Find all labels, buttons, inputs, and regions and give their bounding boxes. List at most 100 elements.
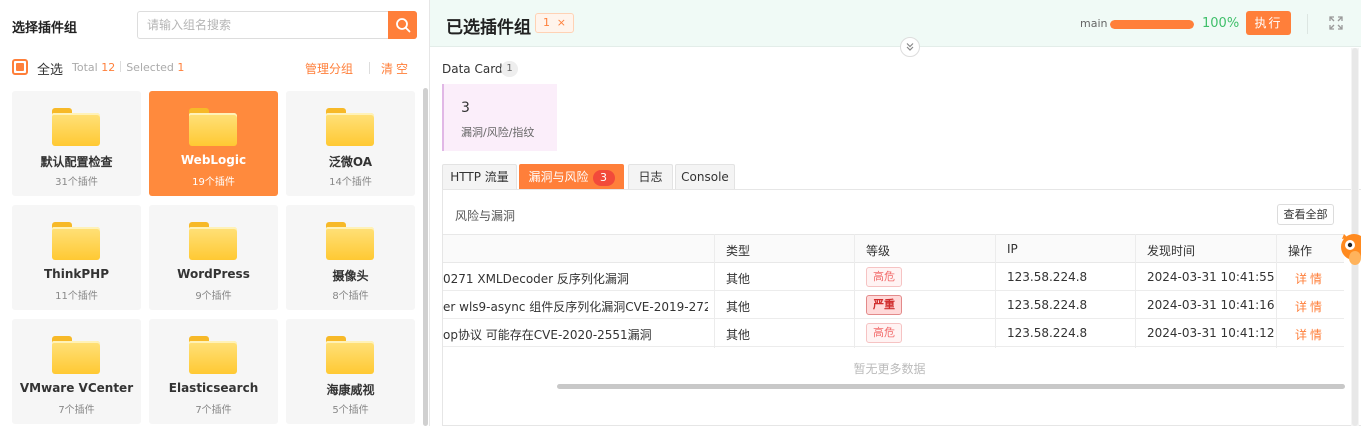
execute-button[interactable]: 执行 (1246, 11, 1291, 35)
plugin-group-count: 19个插件 (192, 177, 235, 188)
plugin-group-card[interactable]: 默认配置检查 31个插件 (12, 91, 141, 196)
vuln-ip: 123.58.224.8 (1007, 326, 1088, 340)
view-all-button[interactable]: 查看全部 (1277, 204, 1334, 225)
plugin-group-name: 摄像头 (332, 269, 369, 283)
total-count: 12 (101, 61, 116, 74)
vuln-time: 2024-03-31 10:41:16 (1147, 298, 1275, 312)
data-card-label: Data Card (442, 62, 503, 76)
plugin-group-count: 7个插件 (58, 405, 95, 416)
progress-percent: 100% (1202, 16, 1240, 31)
data-card-count: 1 (501, 61, 518, 77)
data-card-caption: 漏洞/风险/指纹 (461, 126, 535, 139)
table-row: er wls9-async 组件反序列化漏洞CVE-2019-272... 其他 严… (443, 291, 1344, 319)
branch-label: main (1080, 17, 1108, 30)
plugin-group-card[interactable]: 海康威视 5个插件 (286, 319, 415, 424)
manage-groups-link[interactable]: 管理分组 (305, 60, 353, 77)
expand-icon[interactable] (1328, 15, 1344, 31)
plugin-group-card[interactable]: 摄像头 8个插件 (286, 205, 415, 310)
risk-panel-title: 风险与漏洞 (455, 209, 516, 223)
selected-title: 已选插件组 (446, 18, 531, 38)
search-icon (395, 18, 410, 33)
col-time: 发现时间 (1147, 244, 1196, 258)
collapse-toggle[interactable] (900, 37, 920, 57)
selected-groups-panel: 已选插件组 1 × main 100% 执行 Data Card 1 3 漏洞/… (430, 0, 1361, 426)
tab-label: Console (681, 170, 729, 184)
tab-0[interactable]: HTTP 流量 (442, 164, 517, 189)
vuln-title: op协议 可能存在CVE-2020-2551漏洞 (443, 328, 652, 342)
risk-panel: 风险与漏洞 查看全部 类型 等级 IP 发现时间 操作 0271 XMLDeco… (442, 189, 1361, 426)
plugin-group-card[interactable]: WordPress 9个插件 (149, 205, 278, 310)
vuln-type: 其他 (726, 300, 751, 314)
vuln-type: 其他 (726, 272, 751, 286)
selected-header: 已选插件组 1 × main 100% 执行 (430, 0, 1361, 47)
plugin-group-selector: 选择插件组 全选 Total 12 Selected 1 管理分组 清空 默认配置… (0, 0, 430, 426)
plugin-group-name: Elasticsearch (168, 381, 259, 395)
tab-label: 漏洞与风险 (528, 170, 589, 184)
vuln-ip: 123.58.224.8 (1007, 270, 1088, 284)
data-card-value: 3 (461, 100, 470, 116)
tab-1[interactable]: 漏洞与风险 3 (519, 164, 624, 189)
group-search-box (137, 11, 417, 39)
level-badge: 高危 (866, 323, 902, 343)
detail-link[interactable]: 详情 (1295, 270, 1325, 287)
table-header: 类型 等级 IP 发现时间 操作 (443, 234, 1344, 263)
select-all-checkbox[interactable] (12, 59, 28, 75)
level-badge: 高危 (866, 267, 902, 287)
selection-bar: 全选 Total 12 Selected 1 管理分组 清空 (12, 58, 417, 78)
table-row: 0271 XMLDecoder 反序列化漏洞 其他 高危 123.58.224.8 20… (443, 263, 1344, 291)
plugin-group-count: 14个插件 (329, 177, 372, 188)
plugin-group-count: 31个插件 (55, 177, 98, 188)
horizontal-scrollbar[interactable] (557, 384, 1345, 389)
plugin-group-card[interactable]: VMware VCenter 7个插件 (12, 319, 141, 424)
mascot-icon (1341, 234, 1361, 265)
vuln-time: 2024-03-31 10:41:55 (1147, 270, 1275, 284)
double-chevron-down-icon (906, 43, 914, 51)
search-button[interactable] (388, 11, 417, 39)
selected-label: Selected (126, 61, 174, 74)
plugin-group-name: 默认配置检查 (40, 155, 113, 169)
plugin-group-count: 9个插件 (195, 291, 232, 302)
folder-icon (326, 222, 374, 260)
plugin-group-card[interactable]: Elasticsearch 7个插件 (149, 319, 278, 424)
folder-icon (326, 108, 374, 146)
folder-icon (52, 108, 100, 146)
col-type: 类型 (726, 244, 751, 258)
level-badge: 严重 (866, 295, 902, 315)
tab-3[interactable]: Console (675, 164, 735, 189)
group-search-input[interactable] (138, 12, 390, 38)
col-level: 等级 (866, 244, 891, 258)
clear-button[interactable]: 清空 (381, 60, 411, 77)
no-more-data: 暂无更多数据 (853, 362, 926, 376)
detail-link[interactable]: 详情 (1295, 326, 1325, 343)
col-action: 操作 (1288, 244, 1313, 258)
detail-link[interactable]: 详情 (1295, 298, 1325, 315)
vuln-title: er wls9-async 组件反序列化漏洞CVE-2019-272... (443, 300, 708, 314)
plugin-group-name: WordPress (177, 267, 250, 281)
folder-icon (189, 336, 237, 374)
folder-icon (189, 222, 237, 260)
progress-fill (1110, 20, 1194, 29)
plugin-group-name: 海康威视 (326, 383, 375, 397)
tab-2[interactable]: 日志 (628, 164, 673, 189)
folder-icon (326, 336, 374, 374)
col-ip: IP (1007, 242, 1018, 256)
table-row: op协议 可能存在CVE-2020-2551漏洞 其他 高危 123.58.224.8… (443, 319, 1344, 347)
selection-counts: Total 12 Selected 1 (72, 61, 184, 74)
vuln-ip: 123.58.224.8 (1007, 298, 1088, 312)
folder-icon (52, 336, 100, 374)
vuln-time: 2024-03-31 10:41:12 (1147, 326, 1275, 340)
tab-label: 日志 (638, 170, 663, 184)
plugin-group-card[interactable]: ThinkPHP 11个插件 (12, 205, 141, 310)
plugin-group-name: WebLogic (180, 153, 247, 167)
plugin-group-name: VMware VCenter (19, 381, 134, 395)
left-scrollbar[interactable] (423, 88, 428, 426)
select-all-label[interactable]: 全选 (37, 59, 63, 78)
plugin-group-card[interactable]: 泛微OA 14个插件 (286, 91, 415, 196)
close-icon[interactable]: × (557, 14, 566, 32)
plugin-group-count: 11个插件 (55, 291, 98, 302)
folder-icon (52, 222, 100, 260)
data-card[interactable]: 3 漏洞/风险/指纹 (442, 84, 557, 151)
selected-count: 1 (177, 61, 185, 74)
plugin-group-card[interactable]: WebLogic 19个插件 (149, 91, 278, 196)
selected-count-tag-value: 1 (543, 16, 550, 29)
